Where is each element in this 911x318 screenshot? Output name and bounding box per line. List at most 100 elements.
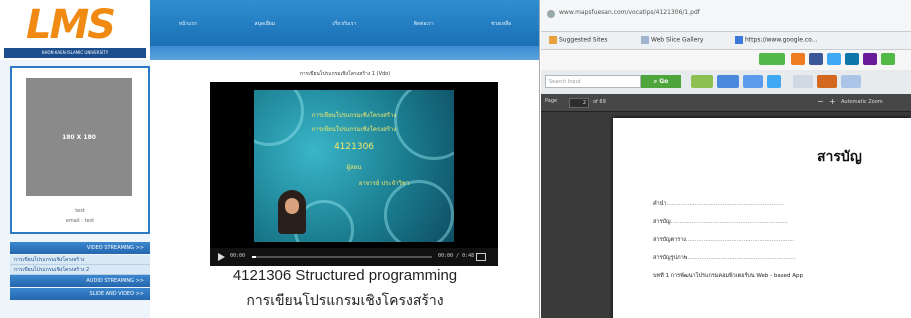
lms-sidebar: 180 X 180 test email : test VIDEO STREAM… bbox=[10, 66, 150, 318]
profile-name: test bbox=[75, 208, 85, 214]
twitter-icon[interactable] bbox=[827, 53, 841, 65]
go-label: Go bbox=[659, 78, 669, 85]
bookmark-icon bbox=[641, 36, 649, 44]
toc-text: สารบัญรูปภาพ bbox=[653, 255, 688, 261]
player-controls: 00:00 00:00 / 0:48 bbox=[210, 248, 498, 266]
toolbar-icon[interactable] bbox=[841, 75, 861, 88]
menu-item-video-2[interactable]: การเขียนโปรแกรมเชิงโครงสร้าง 2 bbox=[10, 265, 150, 275]
toc-leader: ........................................… bbox=[685, 237, 795, 243]
menu-item-video-1[interactable]: การเขียนโปรแกรมเชิงโครงสร้าง bbox=[10, 255, 150, 265]
toolbar-icon[interactable] bbox=[743, 75, 763, 88]
profile-photo: 180 X 180 bbox=[26, 78, 132, 196]
lms-page: LMS KHON KAEN ISLAMIC UNIVERSITY หน้าแรก… bbox=[0, 0, 540, 318]
slide-line: อาจารย์ ประจำวิชา bbox=[358, 180, 410, 187]
search-extension-button[interactable] bbox=[759, 53, 785, 65]
menu-header-video[interactable]: VIDEO STREAMING >> bbox=[10, 242, 150, 254]
presenter-face bbox=[285, 198, 299, 214]
bookmark-google[interactable]: https://www.google.co... bbox=[735, 36, 817, 44]
nav-item-home[interactable]: หน้าแรก bbox=[179, 20, 197, 28]
doc-title: สารบัญ bbox=[817, 149, 862, 165]
toolbar-icon[interactable] bbox=[691, 75, 713, 88]
bookmark-label: https://www.google.co... bbox=[745, 36, 818, 44]
slide-line: การเขียนโปรแกรมเชิงโครงสร้าง bbox=[311, 112, 397, 119]
pdf-page-input[interactable]: 2 bbox=[569, 98, 589, 108]
bookmark-icon bbox=[735, 36, 743, 44]
logo-text: LMS bbox=[26, 2, 116, 48]
extension-icon[interactable] bbox=[791, 53, 805, 65]
profile-box: 180 X 180 test email : test bbox=[10, 66, 150, 234]
nav-item-about[interactable]: เกี่ยวกับเรา bbox=[332, 20, 356, 28]
seek-progress bbox=[252, 256, 256, 258]
toolbar-icon[interactable] bbox=[793, 75, 813, 88]
toolbar-search-input[interactable]: Search Input bbox=[545, 75, 641, 88]
zoom-out-icon[interactable]: − bbox=[817, 97, 824, 106]
video-player[interactable]: การเขียนโปรแกรมเชิงโครงสร้าง การเขียนโปร… bbox=[210, 82, 498, 266]
pdf-page-total: of 69 bbox=[593, 99, 606, 105]
toc-row[interactable]: สารบัญรูปภาพ............................… bbox=[653, 254, 911, 264]
toolbar-go-button[interactable]: ⌕ Go bbox=[641, 75, 681, 88]
toc-row[interactable]: บทที่ 1 การพัฒนาโปรแกรมคอมพิวเตอร์บน Web… bbox=[653, 272, 911, 282]
bookmark-web-slice[interactable]: Web Slice Gallery bbox=[641, 36, 703, 44]
address-url[interactable]: www.mapsfuesan.com/vocatips/4121306/1.pd… bbox=[559, 9, 700, 16]
pdf-page: สารบัญ คำนำ.............................… bbox=[613, 118, 911, 318]
lms-main-content: การเขียนโปรแกรมเชิงโครงสร้าง 1 (Vdo) การ… bbox=[150, 60, 539, 318]
extension-toolbar bbox=[541, 50, 911, 70]
toc-text: สารบัญ bbox=[653, 219, 671, 225]
bookmark-icon bbox=[549, 36, 557, 44]
extension-icon[interactable] bbox=[881, 53, 895, 65]
toolbar-icon[interactable] bbox=[817, 75, 837, 88]
current-time: 00:00 bbox=[230, 253, 246, 259]
bookmark-label: Web Slice Gallery bbox=[651, 36, 704, 44]
toc-row[interactable]: สารบัญ..................................… bbox=[653, 218, 911, 228]
toc-text: สารบัญตาราง bbox=[653, 237, 686, 243]
toc-row[interactable]: สารบัญตาราง.............................… bbox=[653, 236, 911, 246]
profile-email: email : test bbox=[65, 218, 95, 224]
presenter-image bbox=[278, 190, 306, 234]
bookmark-label: Suggested Sites bbox=[559, 36, 608, 44]
logo-subtitle: KHON KAEN ISLAMIC UNIVERSITY bbox=[4, 48, 146, 58]
photo-placeholder-text: 180 X 180 bbox=[62, 133, 96, 141]
site-icon bbox=[547, 10, 555, 18]
menu-header-audio[interactable]: AUDIO STREAMING >> bbox=[10, 275, 150, 287]
address-bar[interactable]: www.mapsfuesan.com/vocatips/4121306/1.pd… bbox=[541, 0, 911, 32]
pdf-page-label: Page bbox=[545, 98, 558, 104]
course-code-title: 4121306 Structured programming bbox=[232, 267, 458, 284]
toc-leader: ........................................… bbox=[666, 201, 784, 207]
bookmark-suggested-sites[interactable]: Suggested Sites bbox=[549, 36, 607, 44]
slide-line: ผู้สอน bbox=[346, 164, 362, 171]
fullscreen-icon[interactable] bbox=[476, 253, 486, 261]
nav-item-help[interactable]: ช่วยเหลือ bbox=[491, 20, 511, 28]
menu-header-slide[interactable]: SLIDE AND VIDEO >> bbox=[10, 288, 150, 300]
lms-logo[interactable]: LMS KHON KAEN ISLAMIC UNIVERSITY bbox=[0, 0, 150, 60]
side-menu: VIDEO STREAMING >> การเขียนโปรแกรมเชิงโค… bbox=[10, 242, 150, 301]
pdf-toolbar: Page 2 of 69 − + Automatic Zoom bbox=[541, 94, 911, 112]
screenshot-root: LMS KHON KAEN ISLAMIC UNIVERSITY หน้าแรก… bbox=[0, 0, 911, 318]
video-title: การเขียนโปรแกรมเชิงโครงสร้าง 1 (Vdo) bbox=[299, 71, 391, 77]
zoom-in-icon[interactable]: + bbox=[829, 97, 836, 106]
toc-row[interactable]: คำนำ....................................… bbox=[653, 200, 911, 210]
browser-window: www.mapsfuesan.com/vocatips/4121306/1.pd… bbox=[541, 0, 911, 318]
course-name-thai: การเขียนโปรแกรมเชิงโครงสร้าง bbox=[246, 293, 444, 309]
favorites-bar: Suggested Sites Web Slice Gallery https:… bbox=[541, 32, 911, 50]
zoom-select[interactable]: Automatic Zoom bbox=[841, 99, 883, 105]
video-frame: การเขียนโปรแกรมเชิงโครงสร้าง การเขียนโปร… bbox=[254, 90, 454, 242]
total-time: 00:00 / 0:48 bbox=[438, 253, 475, 259]
play-icon[interactable] bbox=[218, 253, 225, 261]
toc-leader: ........................................… bbox=[670, 219, 788, 225]
yahoo-icon[interactable] bbox=[863, 53, 877, 65]
slide-line: 4121306 bbox=[333, 142, 375, 152]
toc-text: คำนำ bbox=[653, 201, 667, 207]
linkedin-icon[interactable] bbox=[845, 53, 859, 65]
toolbar-icon[interactable] bbox=[717, 75, 739, 88]
lms-nav: หน้าแรก สมุดเยี่ยม เกี่ยวกับเรา ติดต่อเร… bbox=[150, 18, 539, 30]
twitter-icon[interactable] bbox=[767, 75, 781, 88]
nav-item-contact[interactable]: ติดต่อเรา bbox=[414, 20, 434, 28]
lms-subbar bbox=[150, 46, 539, 60]
search-toolbar: Search Input ⌕ Go bbox=[541, 70, 911, 94]
seek-bar[interactable] bbox=[252, 256, 432, 258]
nav-item-guestbook[interactable]: สมุดเยี่ยม bbox=[255, 20, 275, 28]
facebook-icon[interactable] bbox=[809, 53, 823, 65]
bg-bubble bbox=[384, 180, 454, 242]
toc-text: บทที่ 1 การพัฒนาโปรแกรมคอมพิวเตอร์บน Web… bbox=[653, 273, 804, 279]
toc-leader: ........................................… bbox=[687, 255, 796, 261]
